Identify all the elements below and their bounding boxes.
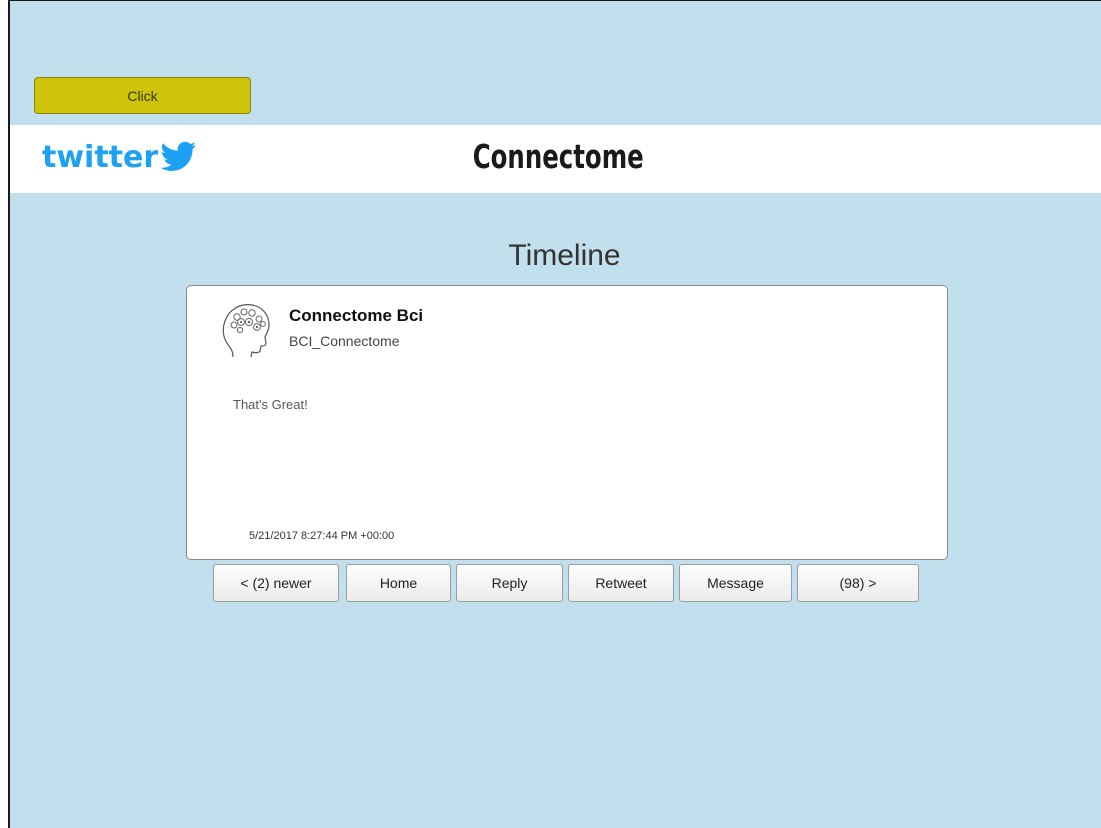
newer-button[interactable]: < (2) newer: [213, 564, 339, 602]
tweet-timestamp: 5/21/2017 8:27:44 PM +00:00: [249, 530, 395, 542]
tweet-text: That's Great!: [233, 397, 308, 412]
message-button[interactable]: Message: [679, 564, 792, 602]
app-title-text: Connectome: [472, 137, 644, 176]
tweet-card: Connectome Bci BCI_Connectome That's Gre…: [186, 285, 948, 560]
home-button[interactable]: Home: [346, 564, 451, 602]
tweet-author-handle: BCI_Connectome: [289, 333, 400, 349]
reply-button[interactable]: Reply: [456, 564, 563, 602]
app-frame: Click twitter Connectome Timeline Connec…: [8, 0, 1101, 828]
head-gears-icon: [222, 304, 270, 358]
page-heading: Timeline: [508, 239, 621, 272]
older-button[interactable]: (98) >: [797, 564, 919, 602]
header-bar: twitter Connectome: [10, 125, 1101, 193]
tweet-author-name: Connectome Bci: [289, 306, 424, 325]
twitter-wordmark: twitter: [42, 140, 159, 175]
retweet-button[interactable]: Retweet: [568, 564, 674, 602]
click-button[interactable]: Click: [34, 77, 251, 114]
app-title: Connectome: [155, 137, 962, 176]
